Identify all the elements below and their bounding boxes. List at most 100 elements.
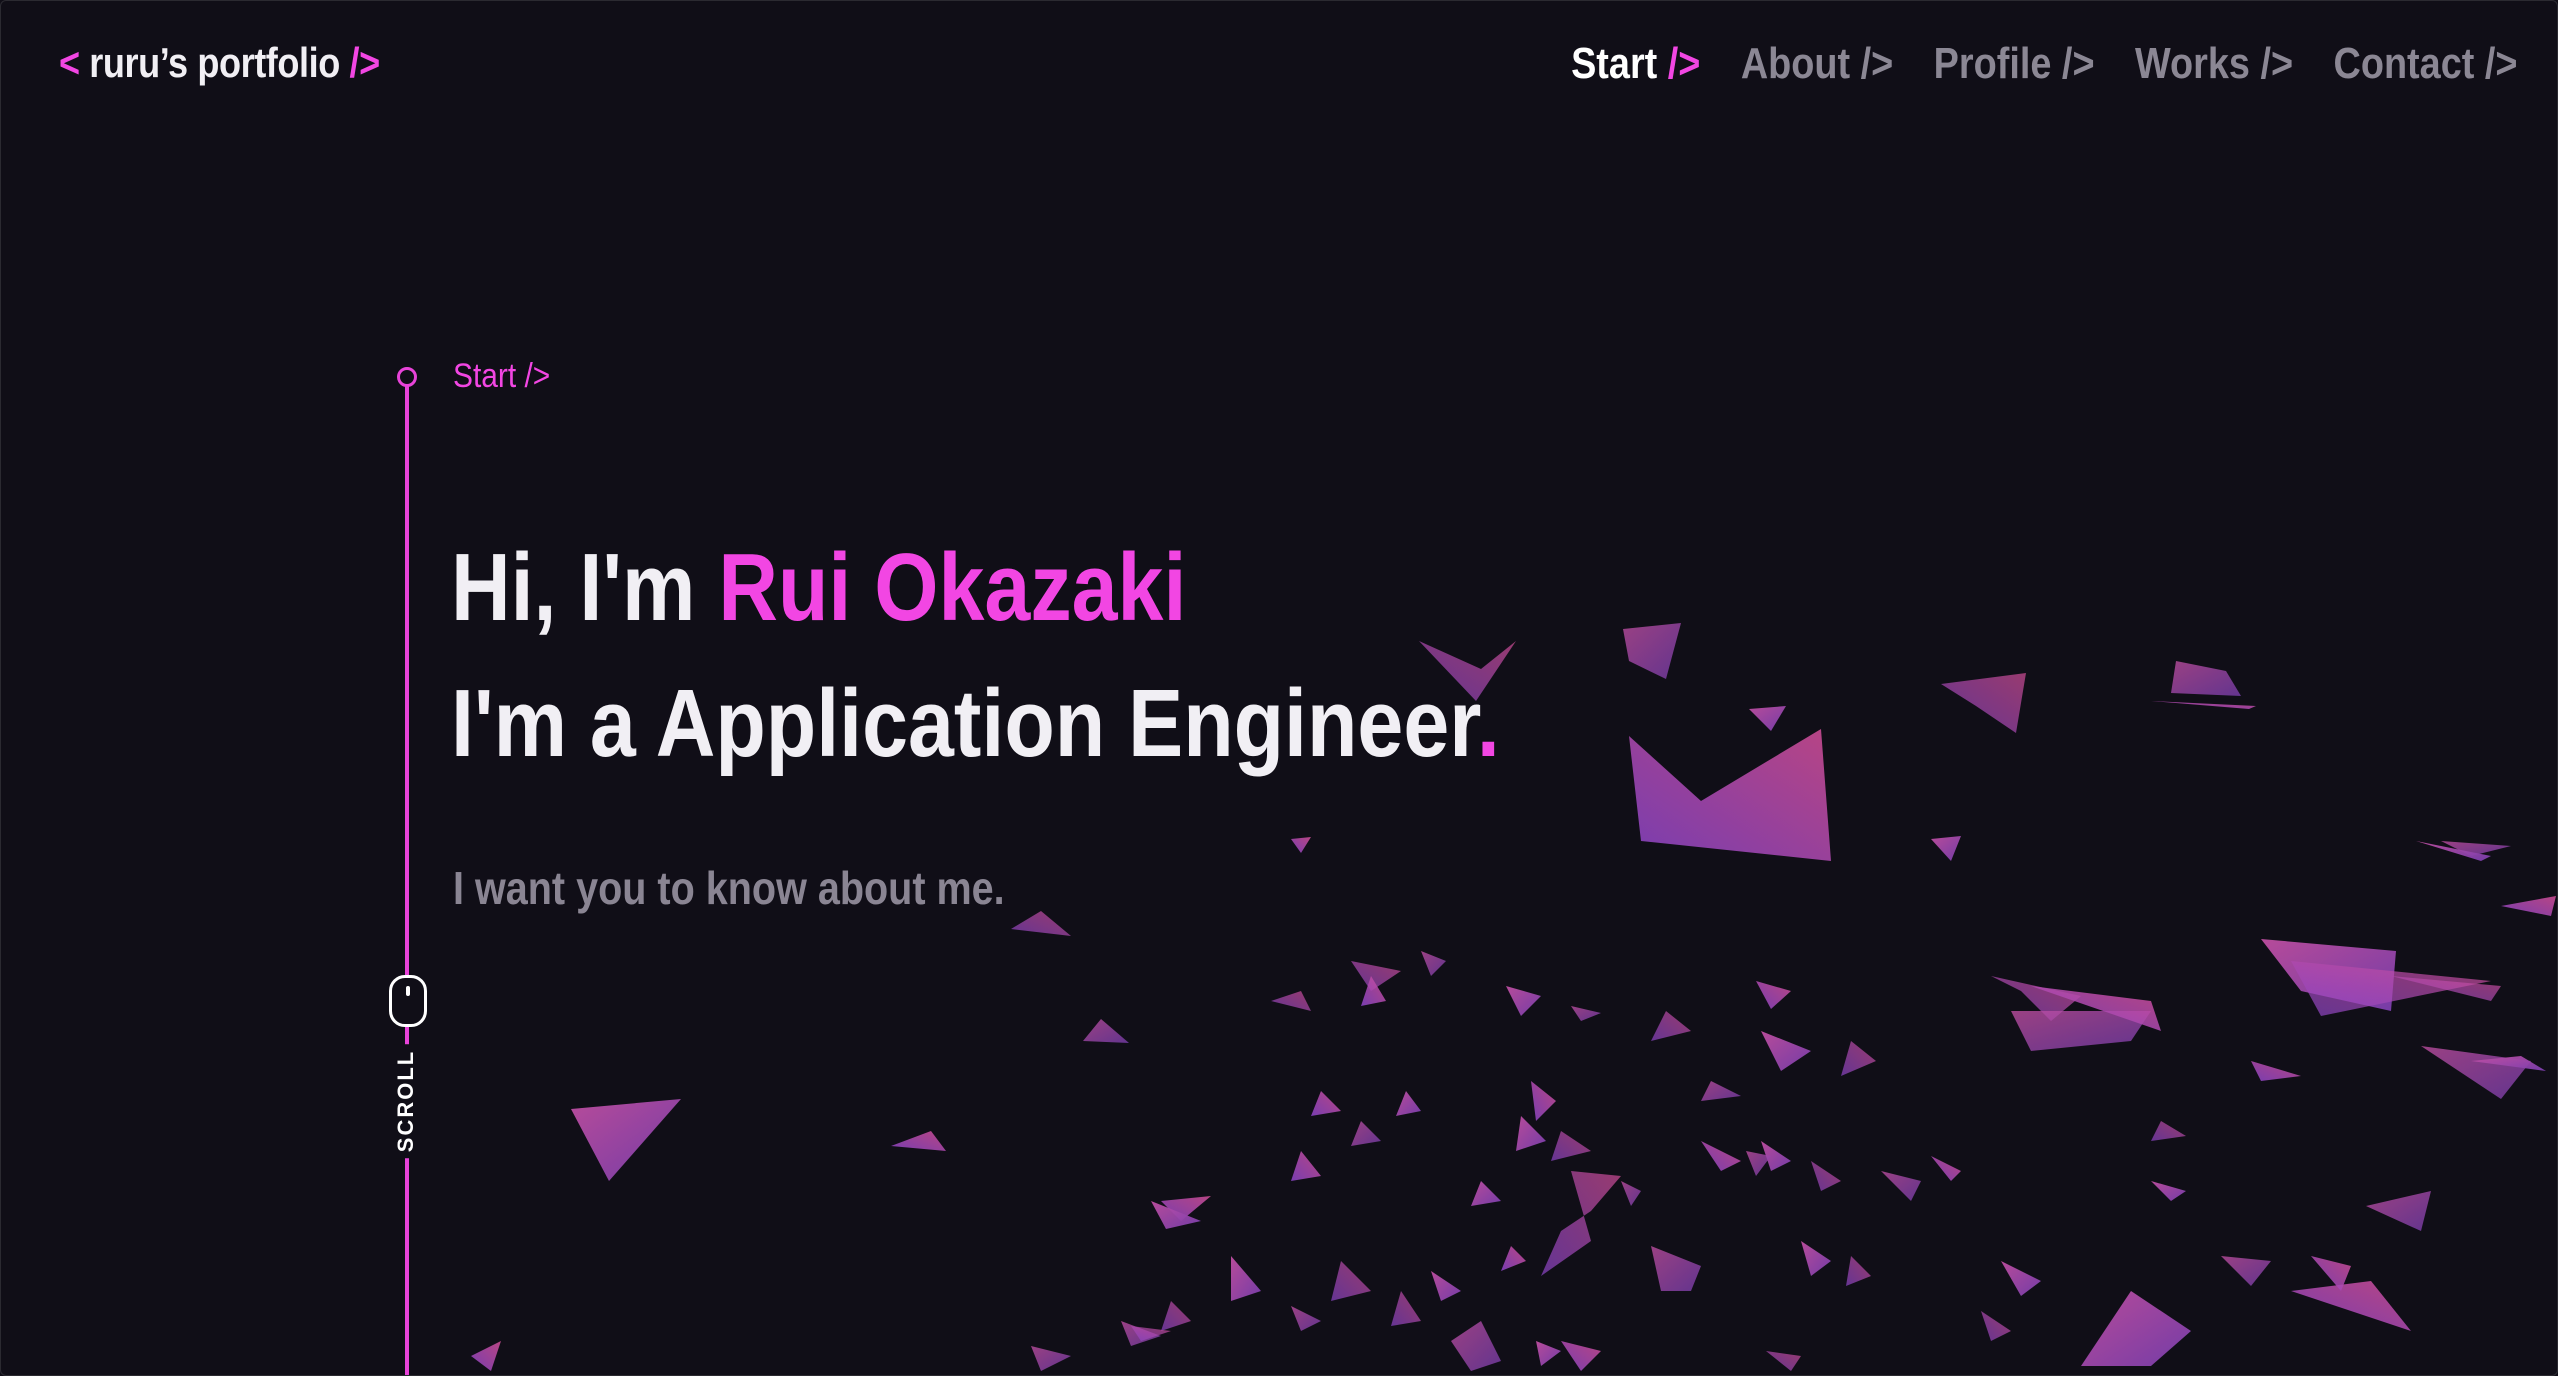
triangle-particle [1991, 976, 2081, 1021]
triangle-particle [1331, 1261, 1371, 1301]
mouse-scroll-icon[interactable] [389, 975, 427, 1027]
triangle-particle [1151, 1201, 1201, 1229]
nav-item-slash: /> [2249, 39, 2293, 88]
triangle-particle [1011, 911, 1071, 936]
nav-item-about[interactable]: About /> [1740, 39, 1892, 89]
triangle-particle [2001, 1261, 2041, 1296]
triangle-particle [1231, 1256, 1261, 1301]
triangle-particle [2366, 1191, 2431, 1231]
triangle-particle [2151, 1181, 2186, 1201]
triangle-particle [2171, 661, 2241, 696]
triangle-particle [1981, 1311, 2011, 1341]
site-logo[interactable]: < ruru’s portfolio /> [59, 39, 380, 87]
triangle-particle [1031, 1346, 1071, 1371]
triangle-particle [1701, 1081, 1741, 1101]
triangle-particle [1629, 729, 1831, 861]
triangle-particle [1351, 961, 1401, 991]
triangle-particle [1621, 1181, 1641, 1206]
triangle-particle [1161, 1301, 1191, 1331]
triangle-particle [1121, 1321, 1161, 1346]
hero-name: Rui Okazaki [718, 534, 1187, 641]
triangle-particle [1516, 1116, 1546, 1151]
triangle-particle [1391, 1291, 1421, 1326]
nav-item-start[interactable]: Start /> [1571, 39, 1700, 89]
nav-item-label: Works [2134, 39, 2250, 88]
triangle-particle [571, 1099, 681, 1181]
triangle-particle [1756, 981, 1791, 1009]
triangle-particle [2501, 896, 2556, 916]
hero-role-text: I'm a Application Engineer [451, 670, 1477, 777]
scroll-label[interactable]: SCROLL [393, 1043, 419, 1159]
triangle-particle [471, 1341, 501, 1371]
triangle-particle [1361, 976, 1386, 1006]
triangle-particle [2081, 1291, 2191, 1366]
triangle-particle [1701, 1141, 1741, 1171]
triangle-particle [2221, 1256, 2271, 1286]
triangle-particle [1623, 623, 1681, 679]
hero-greeting-text: Hi, I'm [451, 534, 719, 641]
hero-role-dot: . [1476, 670, 1500, 777]
nav-item-label: Profile [1933, 39, 2051, 88]
hero-role: I'm a Application Engineer. [451, 669, 1500, 779]
triangle-particle [2391, 976, 2501, 1001]
triangle-particle [1551, 1131, 1591, 1161]
triangle-particle [1651, 1246, 1701, 1291]
timeline-start-dot [397, 367, 417, 387]
triangle-particle [1083, 1019, 1129, 1043]
triangle-particle [1291, 1151, 1321, 1181]
triangle-particle [2291, 961, 2491, 1016]
nav-item-slash: /> [1849, 39, 1893, 88]
triangle-particle [1811, 1161, 1841, 1191]
triangle-particle [1506, 986, 1541, 1016]
triangle-particle [1571, 1006, 1601, 1021]
triangle-particle [2261, 939, 2396, 1011]
nav-item-label: Start [1570, 39, 1657, 88]
nav-item-slash: /> [1656, 39, 1700, 88]
nav-item-label: Contact [2333, 39, 2474, 88]
triangle-particle [1761, 1031, 1811, 1071]
triangle-particle [1761, 1141, 1791, 1171]
triangle-particle [1749, 706, 1786, 731]
triangle-particle [891, 1131, 946, 1151]
triangle-particle [1846, 1256, 1871, 1286]
nav-item-contact[interactable]: Contact /> [2333, 39, 2517, 89]
triangle-particle [1931, 836, 1961, 861]
triangle-particle [1471, 1181, 1501, 1206]
triangle-particle [2011, 1011, 2151, 1051]
triangle-particle [1746, 1151, 1771, 1176]
nav-item-label: About [1740, 39, 1850, 88]
nav-item-slash: /> [2473, 39, 2517, 88]
triangle-particle [1651, 1011, 1691, 1041]
hero-subtitle: I want you to know about me. [453, 862, 1005, 914]
timeline-line [405, 386, 409, 1375]
triangle-particle [2471, 1056, 2546, 1071]
triangle-particle [1291, 837, 1311, 853]
nav-item-profile[interactable]: Profile /> [1933, 39, 2094, 89]
triangle-particle [1311, 1091, 1341, 1116]
nav-item-works[interactable]: Works /> [2134, 39, 2292, 89]
triangle-particle [1881, 1171, 1921, 1201]
triangle-particle [1841, 1041, 1876, 1076]
triangle-particle [1536, 1341, 1561, 1366]
main-nav: Start /> About /> Profile /> Works /> Co… [1530, 39, 2517, 89]
page-frame: < ruru’s portfolio /> Start /> About /> … [0, 0, 2558, 1376]
nav-item-slash: /> [2050, 39, 2095, 88]
triangle-particle [1541, 1171, 1621, 1276]
triangle-particle [1351, 1121, 1381, 1146]
triangle-particle [1561, 1341, 1601, 1371]
triangle-particle [1431, 1271, 1461, 1301]
triangle-particle [2031, 986, 2161, 1031]
logo-text: ruru’s portfolio [79, 39, 350, 86]
triangle-particle [1766, 1351, 1801, 1371]
triangle-particle [1501, 1246, 1526, 1271]
triangle-particle [1396, 1091, 1421, 1116]
hero-greeting: Hi, I'm Rui Okazaki [451, 533, 1186, 643]
triangle-particle [2151, 701, 2256, 709]
section-label: Start /> [453, 357, 551, 395]
triangle-particle [1451, 1321, 1501, 1371]
triangle-particle [2151, 1121, 2186, 1141]
triangle-particle [1421, 951, 1446, 976]
triangle-particle [2441, 841, 2511, 856]
triangle-particle [2421, 1046, 2531, 1099]
triangle-particle [1161, 1196, 1211, 1221]
